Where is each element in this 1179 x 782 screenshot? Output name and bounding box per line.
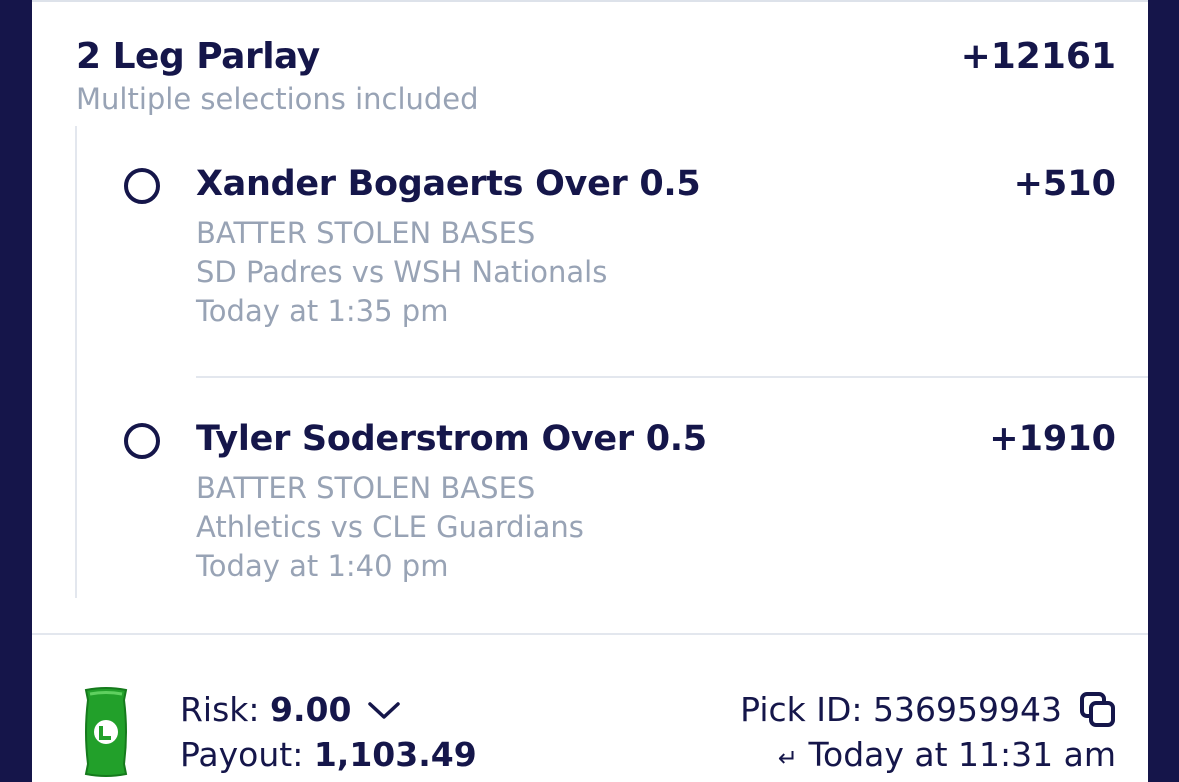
chevron-down-icon[interactable] bbox=[366, 698, 402, 722]
pick-id-value: 536959943 bbox=[873, 690, 1062, 729]
radio-circle-icon bbox=[124, 423, 160, 459]
parlay-title: 2 Leg Parlay bbox=[76, 36, 320, 77]
cash-icon bbox=[84, 687, 128, 777]
leg-selection: Xander Bogaerts Over 0.5 bbox=[196, 164, 701, 204]
bet-card: 2 Leg Parlay Multiple selections include… bbox=[32, 0, 1148, 782]
leg-market: BATTER STOLEN BASES bbox=[196, 471, 536, 505]
pick-id-text: Pick ID: 536959943 bbox=[740, 690, 1062, 729]
placed-time-text: ↵ Today at 11:31 am bbox=[778, 735, 1116, 774]
parlay-odds: +12161 bbox=[960, 36, 1116, 77]
leg-market: BATTER STOLEN BASES bbox=[196, 216, 536, 250]
leg-divider bbox=[196, 376, 1148, 378]
risk-label: Risk: bbox=[180, 690, 260, 729]
radio-circle-icon bbox=[124, 168, 160, 204]
leg-time: Today at 1:40 pm bbox=[196, 549, 449, 583]
leg-time: Today at 1:35 pm bbox=[196, 294, 449, 328]
leg-selection: Tyler Soderstrom Over 0.5 bbox=[196, 419, 707, 459]
leg-odds: +1910 bbox=[989, 419, 1116, 459]
parlay-subtitle: Multiple selections included bbox=[76, 82, 479, 116]
pick-id-label: Pick ID: bbox=[740, 690, 863, 729]
return-arrow-icon: ↵ bbox=[777, 744, 798, 772]
payout-value: 1,103.49 bbox=[313, 735, 477, 774]
leg-matchup: SD Padres vs WSH Nationals bbox=[196, 255, 608, 289]
footer-divider bbox=[32, 633, 1148, 635]
risk-text: Risk: 9.00 bbox=[180, 690, 351, 729]
leg-matchup: Athletics vs CLE Guardians bbox=[196, 510, 584, 544]
payout-label: Payout: bbox=[180, 735, 304, 774]
legs-divider-vertical bbox=[75, 126, 77, 598]
placed-time: Today at 11:31 am bbox=[808, 735, 1116, 774]
copy-icon[interactable] bbox=[1078, 690, 1118, 730]
payout-text: Payout: 1,103.49 bbox=[180, 735, 477, 774]
risk-value: 9.00 bbox=[270, 690, 352, 729]
leg-odds: +510 bbox=[1013, 164, 1116, 204]
